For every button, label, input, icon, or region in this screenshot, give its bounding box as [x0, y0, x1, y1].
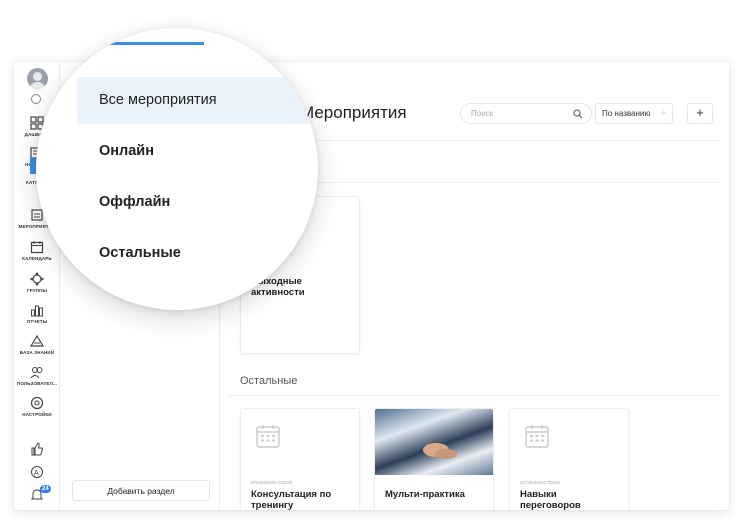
sort-select[interactable]: По названию ÷ [595, 103, 673, 124]
active-tab-indicator [108, 42, 204, 45]
rail-item-knowledge-base[interactable]: БАЗА ЗНАНИЙ [14, 334, 60, 355]
search-icon[interactable] [573, 109, 583, 119]
sort-value: По названию [602, 109, 651, 118]
magnified-menu: Все мероприятия Онлайн Оффлайн Остальные [36, 28, 318, 310]
calendar-placeholder-icon [525, 425, 549, 448]
search-placeholder: Поиск [471, 109, 494, 118]
rail-item-users[interactable]: ПОЛЬЗОВАТЕЛ... [14, 365, 60, 386]
translate-icon: A [31, 466, 43, 478]
settings-icon [30, 396, 44, 410]
card-title-line: тренингу [251, 500, 294, 510]
users-icon [30, 367, 43, 379]
event-card[interactable]: 0273fe002e17f0236 Навыки переговоров [509, 408, 629, 510]
photo-detail [435, 449, 457, 459]
section-heading: Остальные [240, 375, 298, 387]
card-code: 0273fe002e17f0236 [520, 480, 561, 485]
notification-badge: 24 [40, 485, 51, 493]
search-input[interactable]: Поиск [460, 103, 592, 124]
rail-like[interactable] [14, 442, 60, 456]
rail-notifications[interactable]: 24 [14, 485, 60, 502]
calendar-placeholder-icon [256, 425, 280, 448]
card-code: 0724660636-235235 [251, 480, 293, 485]
menu-item-online[interactable]: Онлайн [77, 128, 317, 175]
event-photo [375, 409, 493, 475]
rail-label: ОТЧЕТЫ [26, 319, 48, 324]
menu-item-offline[interactable]: Оффлайн [77, 179, 317, 226]
chevron-icon: ÷ [661, 108, 666, 118]
card-title: Навыки переговоров [520, 489, 581, 510]
rail-label: НАСТРОЙКИ [22, 412, 52, 417]
rail-label: ПОЛЬЗОВАТЕЛ... [16, 381, 58, 386]
knowledge-base-icon [30, 334, 44, 347]
thumbs-up-icon [31, 442, 43, 456]
card-title-line: переговоров [520, 500, 581, 510]
magnifier-overlay: Все мероприятия Онлайн Оффлайн Остальные [36, 28, 318, 310]
card-title: Консультация по тренингу [251, 489, 331, 510]
rail-label: БАЗА ЗНАНИЙ [19, 350, 55, 355]
card-title: Мульти-практика [385, 489, 465, 500]
menu-item-other[interactable]: Остальные [77, 230, 317, 277]
rail-translate[interactable]: A [14, 465, 60, 479]
divider [228, 395, 721, 396]
event-card[interactable]: 0724660636-235235 Консультация по тренин… [240, 408, 360, 510]
add-section-button[interactable]: Добавить раздел [72, 480, 210, 501]
add-event-button[interactable]: + [687, 103, 713, 124]
card-title-line: Консультация по [251, 489, 332, 500]
event-card[interactable]: Мульти-практика [374, 408, 494, 510]
card-title-line: Навыки [520, 489, 557, 500]
menu-item-all-events[interactable]: Все мероприятия [77, 77, 317, 124]
svg-text:A: A [34, 470, 39, 477]
rail-item-settings[interactable]: НАСТРОЙКИ [14, 396, 60, 417]
